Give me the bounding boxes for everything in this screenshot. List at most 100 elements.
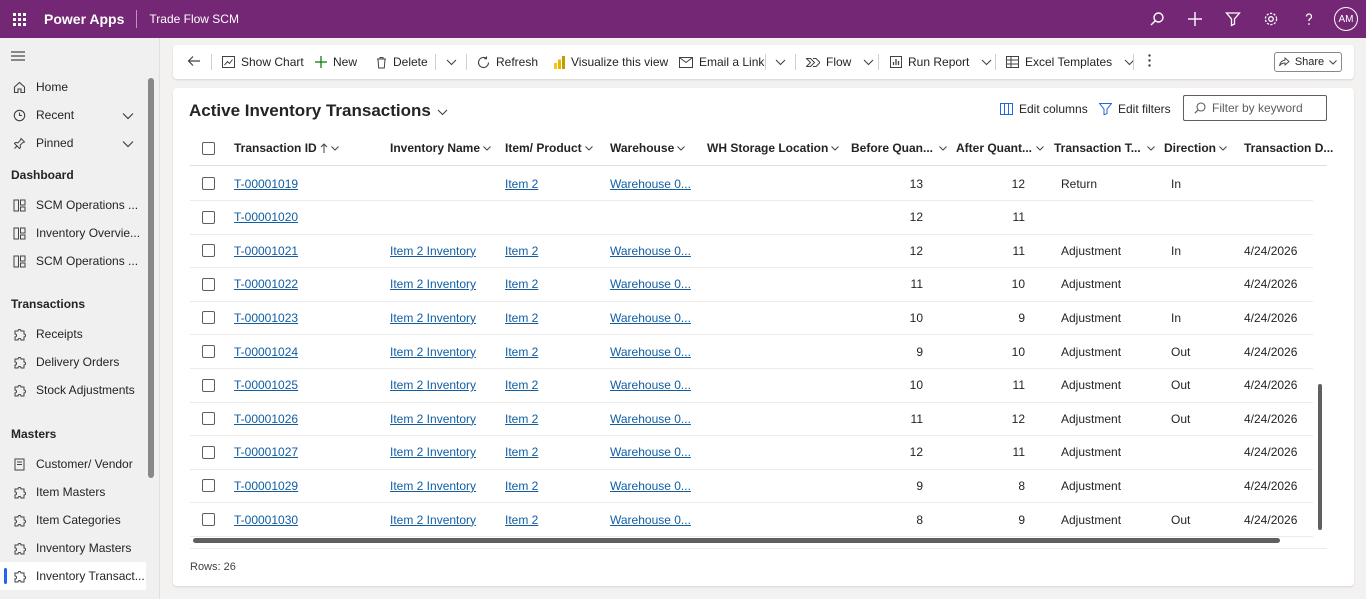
sidebar-item-home[interactable]: Home [0,73,146,101]
row-link[interactable]: T-00001026 [234,412,298,426]
row-checkbox[interactable] [202,210,215,224]
column-header-item-product[interactable]: Item/ Product [505,130,593,166]
row-link[interactable]: T-00001019 [234,177,298,191]
row-checkbox[interactable] [202,445,215,459]
row-link[interactable]: Item 2 [505,479,538,493]
sidebar-item-item-categories[interactable]: Item Categories [0,506,146,534]
table-row[interactable]: T-00001023 Item 2 Inventory Item 2 Warehous… [190,301,1313,336]
row-link[interactable]: T-00001022 [234,277,298,291]
row-link[interactable]: T-00001030 [234,513,298,527]
row-link[interactable]: T-00001023 [234,311,298,325]
row-link[interactable]: Warehouse 0... [610,277,691,291]
refresh-button[interactable]: Refresh [477,45,538,79]
row-link[interactable]: T-00001020 [234,210,298,224]
chevron-down-icon[interactable] [122,109,134,123]
row-link[interactable]: Item 2 Inventory [390,378,476,392]
row-link[interactable]: Item 2 [505,412,538,426]
new-button[interactable]: New [315,45,357,79]
row-link[interactable]: Warehouse 0... [610,412,691,426]
more-commands-dropdown[interactable] [446,45,457,79]
column-header-wh-storage-location[interactable]: WH Storage Location [707,130,840,166]
avatar[interactable]: AM [1334,7,1358,31]
run-report-button[interactable]: Run Report [890,45,992,79]
table-row[interactable]: T-00001029 Item 2 Inventory Item 2 Warehous… [190,469,1313,504]
row-link[interactable]: Item 2 Inventory [390,513,476,527]
visualize-view-button[interactable]: Visualize this view [554,45,668,79]
column-header-direction[interactable]: Direction [1164,130,1227,166]
sidebar-item-item-masters[interactable]: Item Masters [0,478,146,506]
column-header-inventory-name[interactable]: Inventory Name [390,130,491,166]
edit-columns-button[interactable]: Edit columns [1000,102,1088,116]
table-row[interactable]: T-00001024 Item 2 Inventory Item 2 Warehous… [190,335,1313,369]
app-launcher-icon[interactable] [0,0,38,38]
email-link-dropdown[interactable] [775,45,786,79]
sidebar-scrollbar[interactable] [148,78,154,478]
row-link[interactable]: Warehouse 0... [610,445,691,459]
row-link[interactable]: Warehouse 0... [610,513,691,527]
row-link[interactable]: Item 2 Inventory [390,445,476,459]
row-checkbox[interactable] [202,378,215,392]
table-row[interactable]: T-00001020 12 11 [190,201,1313,235]
filter-keyword-input[interactable]: Filter by keyword [1183,95,1327,121]
table-row[interactable]: T-00001019 Item 2 Warehouse 0... 13 12 Return… [190,167,1313,201]
column-header-transaction-id[interactable]: Transaction ID [234,130,339,166]
sidebar-item-scm-operations-1[interactable]: SCM Operations ... [0,191,146,219]
chevron-down-icon[interactable] [122,137,134,151]
table-row[interactable]: T-00001022 Item 2 Inventory Item 2 Warehous… [190,268,1313,302]
column-header-warehouse[interactable]: Warehouse [610,130,686,166]
table-row[interactable]: T-00001027 Item 2 Inventory Item 2 Warehous… [190,436,1313,470]
row-checkbox[interactable] [202,345,215,358]
row-checkbox[interactable] [202,311,215,325]
row-link[interactable]: Item 2 [505,445,538,459]
app-name[interactable]: Power Apps [44,11,124,27]
help-icon[interactable] [1290,0,1328,38]
row-link[interactable]: Item 2 [505,177,538,191]
sidebar-item-receipts[interactable]: Receipts [0,320,146,348]
edit-filters-button[interactable]: Edit filters [1099,102,1171,116]
row-checkbox[interactable] [202,277,215,291]
add-icon[interactable] [1176,0,1214,38]
vertical-scrollbar[interactable] [1318,384,1322,530]
email-link-button[interactable]: Email a Link [679,45,764,79]
table-row[interactable]: T-00001025 Item 2 Inventory Item 2 Warehous… [190,369,1313,403]
row-link[interactable]: Item 2 Inventory [390,311,476,325]
row-link[interactable]: Warehouse 0... [610,479,691,493]
row-link[interactable]: Warehouse 0... [610,345,691,359]
sidebar-item-inventory-overview[interactable]: Inventory Overvie... [0,219,146,247]
column-header-transaction-date[interactable]: Transaction D... [1244,130,1333,166]
column-header-transaction-type[interactable]: Transaction T... [1054,130,1155,166]
row-link[interactable]: Warehouse 0... [610,378,691,392]
sidebar-item-pinned[interactable]: Pinned [0,129,146,157]
search-icon[interactable] [1138,0,1176,38]
view-selector[interactable]: Active Inventory Transactions [189,101,448,121]
flow-button[interactable]: Flow [806,45,874,79]
delete-button[interactable]: Delete [376,45,428,79]
sidebar-item-inventory-masters[interactable]: Inventory Masters [0,534,146,562]
show-chart-button[interactable]: Show Chart [222,45,304,79]
sidebar-item-scm-operations-2[interactable]: SCM Operations ... [0,247,146,275]
row-link[interactable]: T-00001029 [234,479,298,493]
row-link[interactable]: Item 2 Inventory [390,412,476,426]
row-link[interactable]: Warehouse 0... [610,177,691,191]
row-link[interactable]: Item 2 [505,311,538,325]
row-link[interactable]: Item 2 Inventory [390,244,476,258]
sidebar-item-inventory-transactions[interactable]: Inventory Transact... [0,562,146,590]
environment-name[interactable]: Trade Flow SCM [149,12,239,26]
row-link[interactable]: Item 2 Inventory [390,479,476,493]
table-row[interactable]: T-00001021 Item 2 Inventory Item 2 Warehous… [190,234,1313,269]
settings-icon[interactable] [1252,0,1290,38]
row-link[interactable]: Warehouse 0... [610,244,691,258]
row-checkbox[interactable] [202,479,215,493]
back-button[interactable] [187,45,201,79]
sidebar-item-delivery-orders[interactable]: Delivery Orders [0,348,146,376]
row-checkbox[interactable] [202,177,215,190]
row-checkbox[interactable] [202,513,215,526]
sidebar-item-stock-adjustments[interactable]: Stock Adjustments [0,376,146,404]
row-checkbox[interactable] [202,244,215,258]
row-link[interactable]: T-00001024 [234,345,298,359]
row-link[interactable]: Item 2 [505,244,538,258]
more-options-button[interactable] [1148,45,1151,79]
row-link[interactable]: Item 2 [505,378,538,392]
row-link[interactable]: Item 2 Inventory [390,277,476,291]
excel-templates-button[interactable]: Excel Templates [1006,45,1135,79]
